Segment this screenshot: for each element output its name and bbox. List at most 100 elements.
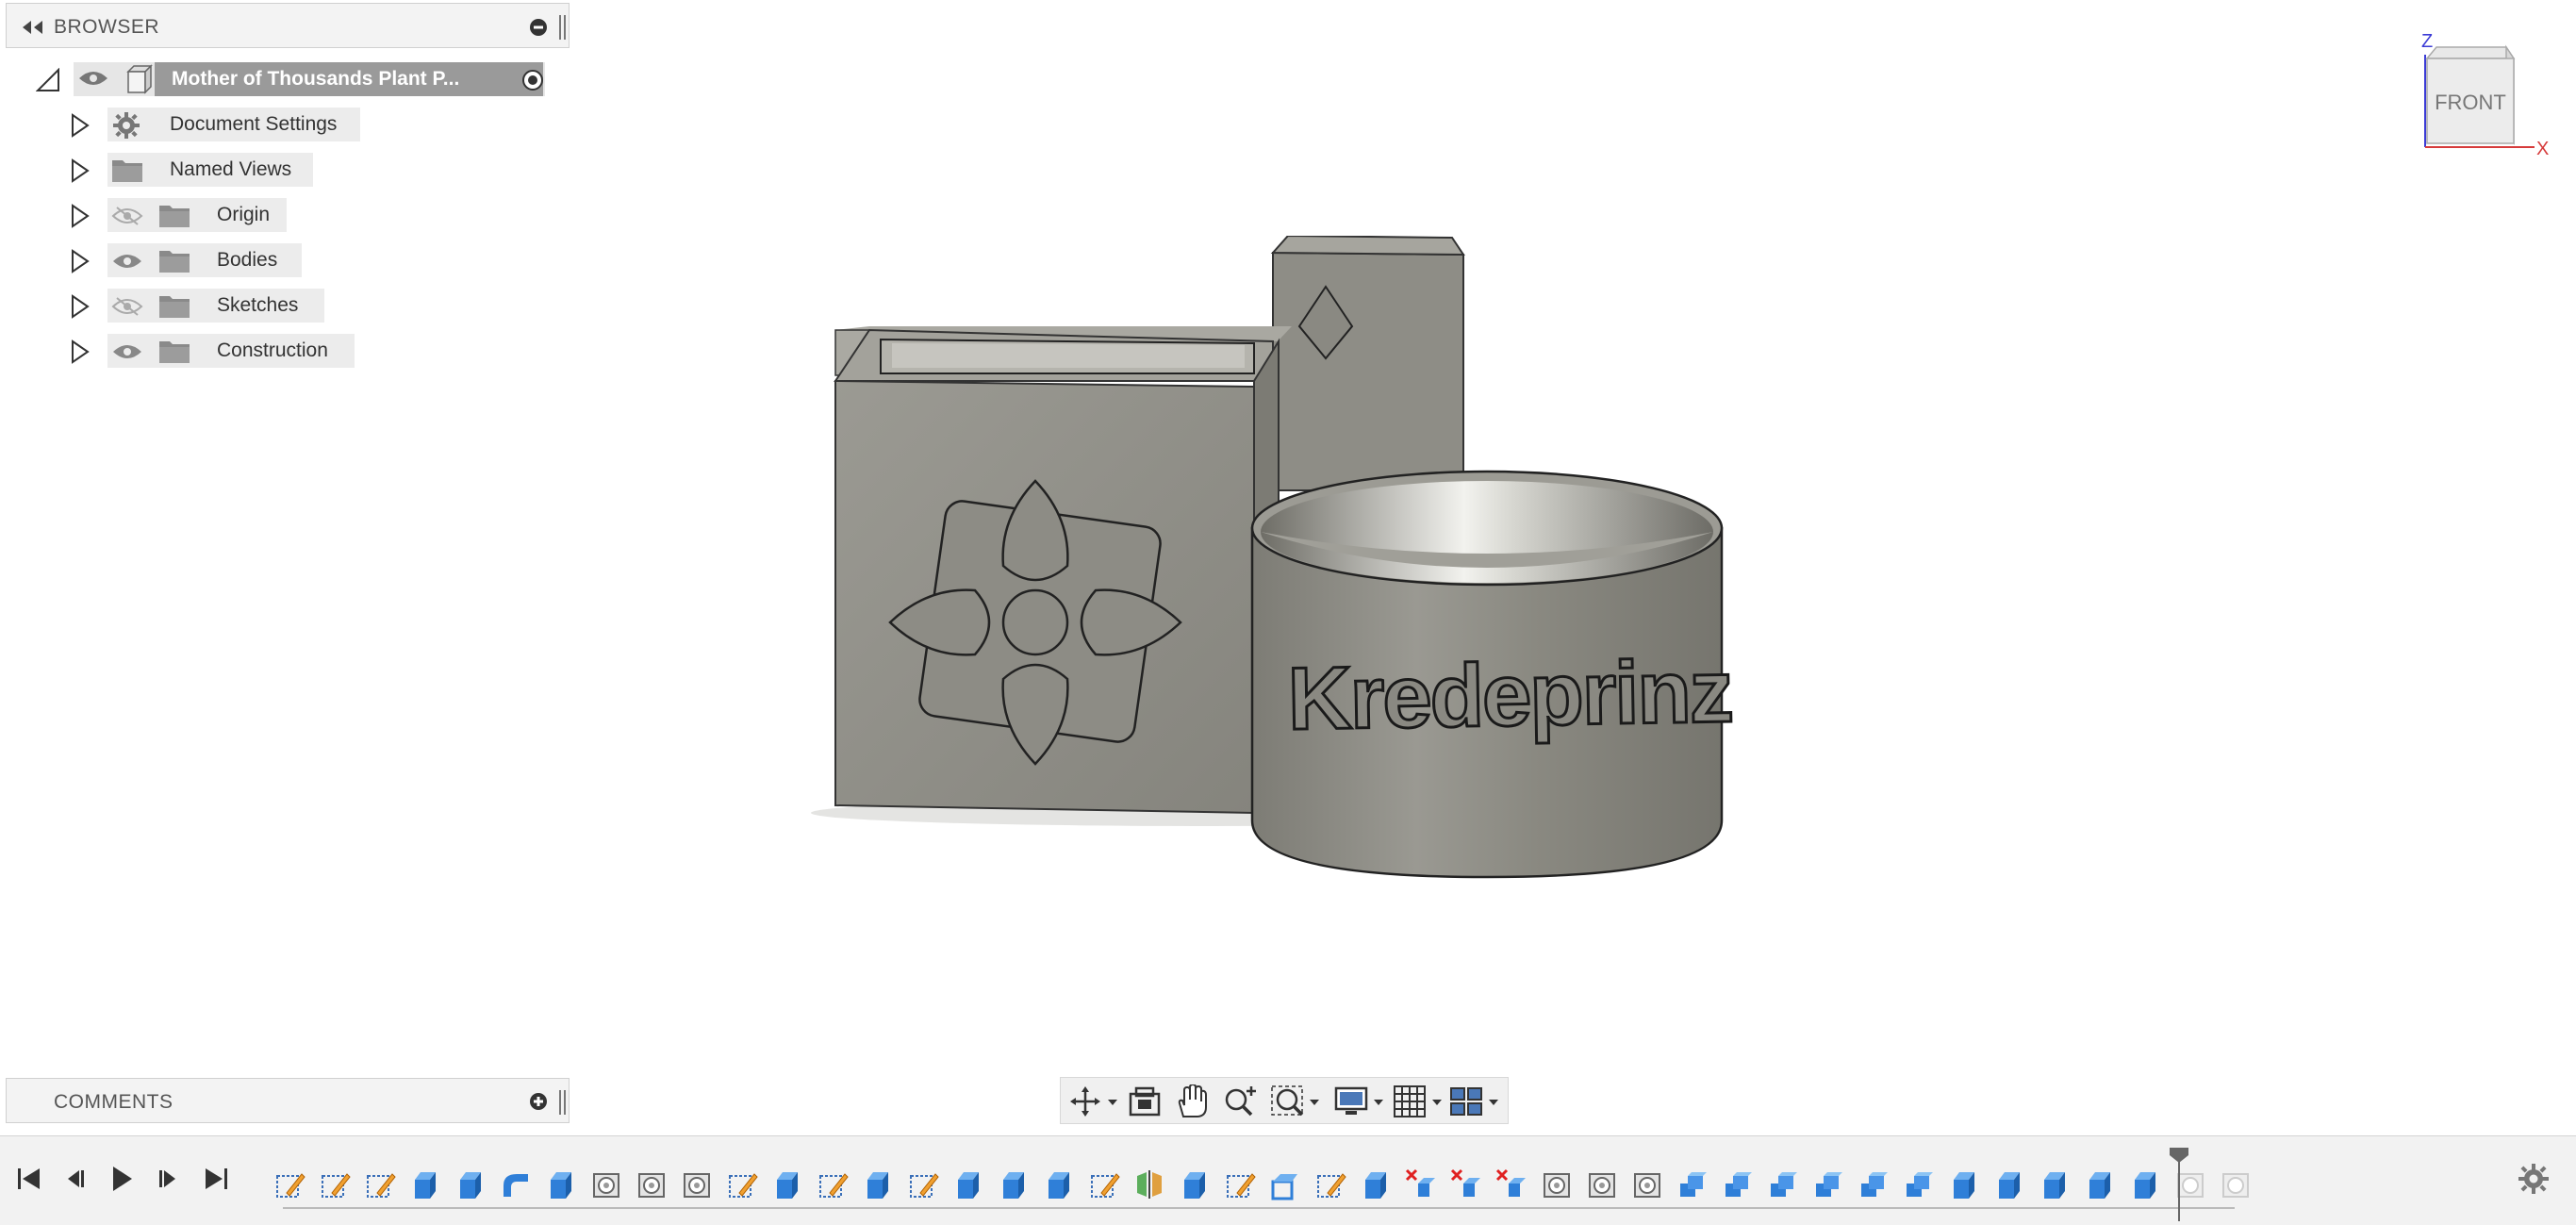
fit-icon[interactable] — [1270, 1084, 1323, 1118]
expand-triangle-icon[interactable] — [70, 204, 91, 228]
timeline-feature-delete[interactable] — [1450, 1168, 1482, 1200]
browser-title: BROWSER — [54, 16, 160, 38]
view-cube[interactable]: Z X FRONT — [2395, 19, 2565, 160]
timeline-feature-sketch[interactable] — [1314, 1168, 1346, 1200]
timeline-feature-hole[interactable] — [681, 1168, 713, 1200]
3d-model-viewport[interactable]: Kredeprinz — [801, 236, 1744, 896]
timeline-feature-fillet[interactable] — [500, 1168, 532, 1200]
browser-item-construction[interactable]: Construction — [66, 332, 387, 370]
step-back-icon[interactable] — [58, 1163, 91, 1195]
timeline-feature-sketch[interactable] — [1224, 1168, 1256, 1200]
comments-panel[interactable]: COMMENTS — [6, 1078, 570, 1123]
expand-triangle-icon[interactable] — [70, 294, 91, 319]
timeline — [0, 1135, 2576, 1225]
browser-item-origin[interactable]: Origin — [66, 196, 387, 234]
timeline-feature-hole[interactable] — [636, 1168, 668, 1200]
folder-icon — [112, 160, 142, 182]
step-forward-icon[interactable] — [153, 1163, 185, 1195]
timeline-feature-suppressed[interactable] — [2220, 1168, 2252, 1200]
timeline-feature-combine[interactable] — [1767, 1168, 1799, 1200]
timeline-feature-extrude[interactable] — [1360, 1168, 1392, 1200]
viewports-icon[interactable] — [1449, 1084, 1502, 1118]
browser-item-bodies[interactable]: Bodies — [66, 241, 387, 279]
timeline-feature-sketch[interactable] — [907, 1168, 939, 1200]
browser-header[interactable]: BROWSER — [6, 3, 570, 48]
go-to-start-icon[interactable] — [13, 1163, 45, 1195]
timeline-settings-gear-icon[interactable] — [2518, 1163, 2550, 1195]
timeline-feature-combine[interactable] — [1858, 1168, 1890, 1200]
grid-settings-icon[interactable] — [1393, 1084, 1445, 1118]
minimize-icon[interactable] — [529, 18, 548, 37]
browser-item-named-views[interactable]: Named Views — [66, 151, 387, 189]
timeline-feature-extrude[interactable] — [2039, 1168, 2071, 1200]
square-planter — [834, 326, 1292, 815]
engraved-text: Kredeprinz — [1287, 641, 1733, 748]
timeline-feature-extrude[interactable] — [1179, 1168, 1211, 1200]
timeline-marker[interactable] — [2168, 1148, 2190, 1221]
zoom-icon[interactable] — [1221, 1084, 1259, 1118]
timeline-feature-extrude[interactable] — [545, 1168, 577, 1200]
timeline-feature-mirror[interactable] — [1133, 1168, 1165, 1200]
timeline-feature-extrude[interactable] — [1948, 1168, 1980, 1200]
timeline-feature-combine[interactable] — [1812, 1168, 1844, 1200]
collapse-triangle-icon[interactable] — [36, 68, 60, 92]
timeline-feature-shell[interactable] — [1269, 1168, 1301, 1200]
timeline-feature-hole[interactable] — [590, 1168, 622, 1200]
tall-box — [1270, 236, 1465, 491]
front-face-label: FRONT — [2435, 91, 2506, 114]
eye-hidden-icon[interactable] — [111, 296, 143, 317]
eye-hidden-icon[interactable] — [111, 206, 143, 226]
timeline-feature-sketch[interactable] — [273, 1168, 305, 1200]
timeline-feature-sketch[interactable] — [364, 1168, 396, 1200]
eye-icon[interactable] — [111, 251, 143, 272]
timeline-feature-extrude[interactable] — [409, 1168, 441, 1200]
timeline-feature-combine[interactable] — [1903, 1168, 1935, 1200]
add-comment-icon[interactable] — [529, 1092, 548, 1111]
timeline-feature-extrude[interactable] — [2084, 1168, 2116, 1200]
go-to-end-icon[interactable] — [200, 1163, 232, 1195]
display-settings-icon[interactable] — [1334, 1084, 1387, 1118]
comments-title: COMMENTS — [54, 1091, 173, 1113]
panel-grip-icon[interactable] — [559, 15, 567, 40]
timeline-feature-sketch[interactable] — [319, 1168, 351, 1200]
pan-icon[interactable] — [1174, 1084, 1210, 1118]
timeline-feature-extrude[interactable] — [1993, 1168, 2025, 1200]
expand-triangle-icon[interactable] — [70, 158, 91, 183]
expand-triangle-icon[interactable] — [70, 339, 91, 364]
expand-triangle-icon[interactable] — [70, 113, 91, 138]
x-axis-label: X — [2536, 139, 2549, 159]
timeline-feature-hole[interactable] — [1541, 1168, 1573, 1200]
timeline-feature-hole[interactable] — [1631, 1168, 1663, 1200]
timeline-feature-extrude[interactable] — [952, 1168, 984, 1200]
browser-item-document-settings[interactable]: Document Settings — [66, 106, 387, 143]
timeline-feature-hole[interactable] — [1586, 1168, 1618, 1200]
timeline-feature-extrude[interactable] — [454, 1168, 487, 1200]
orbit-icon[interactable] — [1068, 1084, 1119, 1118]
browser-item-sketches[interactable]: Sketches — [66, 287, 387, 324]
expand-triangle-icon[interactable] — [70, 249, 91, 273]
play-icon[interactable] — [106, 1163, 138, 1195]
timeline-track[interactable] — [273, 1148, 2272, 1221]
panel-grip-icon[interactable] — [559, 1090, 567, 1115]
activate-radio-icon[interactable] — [520, 68, 545, 92]
timeline-feature-extrude[interactable] — [771, 1168, 803, 1200]
timeline-feature-extrude[interactable] — [998, 1168, 1030, 1200]
collapse-panel-icon[interactable] — [20, 19, 46, 36]
timeline-feature-sketch[interactable] — [817, 1168, 849, 1200]
timeline-feature-delete[interactable] — [1495, 1168, 1527, 1200]
timeline-feature-combine[interactable] — [1722, 1168, 1754, 1200]
folder-icon — [159, 251, 190, 273]
timeline-feature-sketch[interactable] — [1088, 1168, 1120, 1200]
timeline-feature-sketch[interactable] — [726, 1168, 758, 1200]
root-component-label: Mother of Thousands Plant P... — [155, 62, 543, 96]
timeline-feature-delete[interactable] — [1405, 1168, 1437, 1200]
timeline-ruler — [283, 1207, 2235, 1209]
timeline-feature-extrude[interactable] — [1043, 1168, 1075, 1200]
look-at-icon[interactable] — [1127, 1084, 1163, 1118]
eye-icon[interactable] — [77, 68, 109, 89]
timeline-feature-extrude[interactable] — [862, 1168, 894, 1200]
browser-root-component[interactable]: Mother of Thousands Plant P... — [28, 60, 566, 98]
eye-icon[interactable] — [111, 341, 143, 362]
timeline-feature-combine[interactable] — [1676, 1168, 1709, 1200]
timeline-feature-extrude[interactable] — [2129, 1168, 2161, 1200]
